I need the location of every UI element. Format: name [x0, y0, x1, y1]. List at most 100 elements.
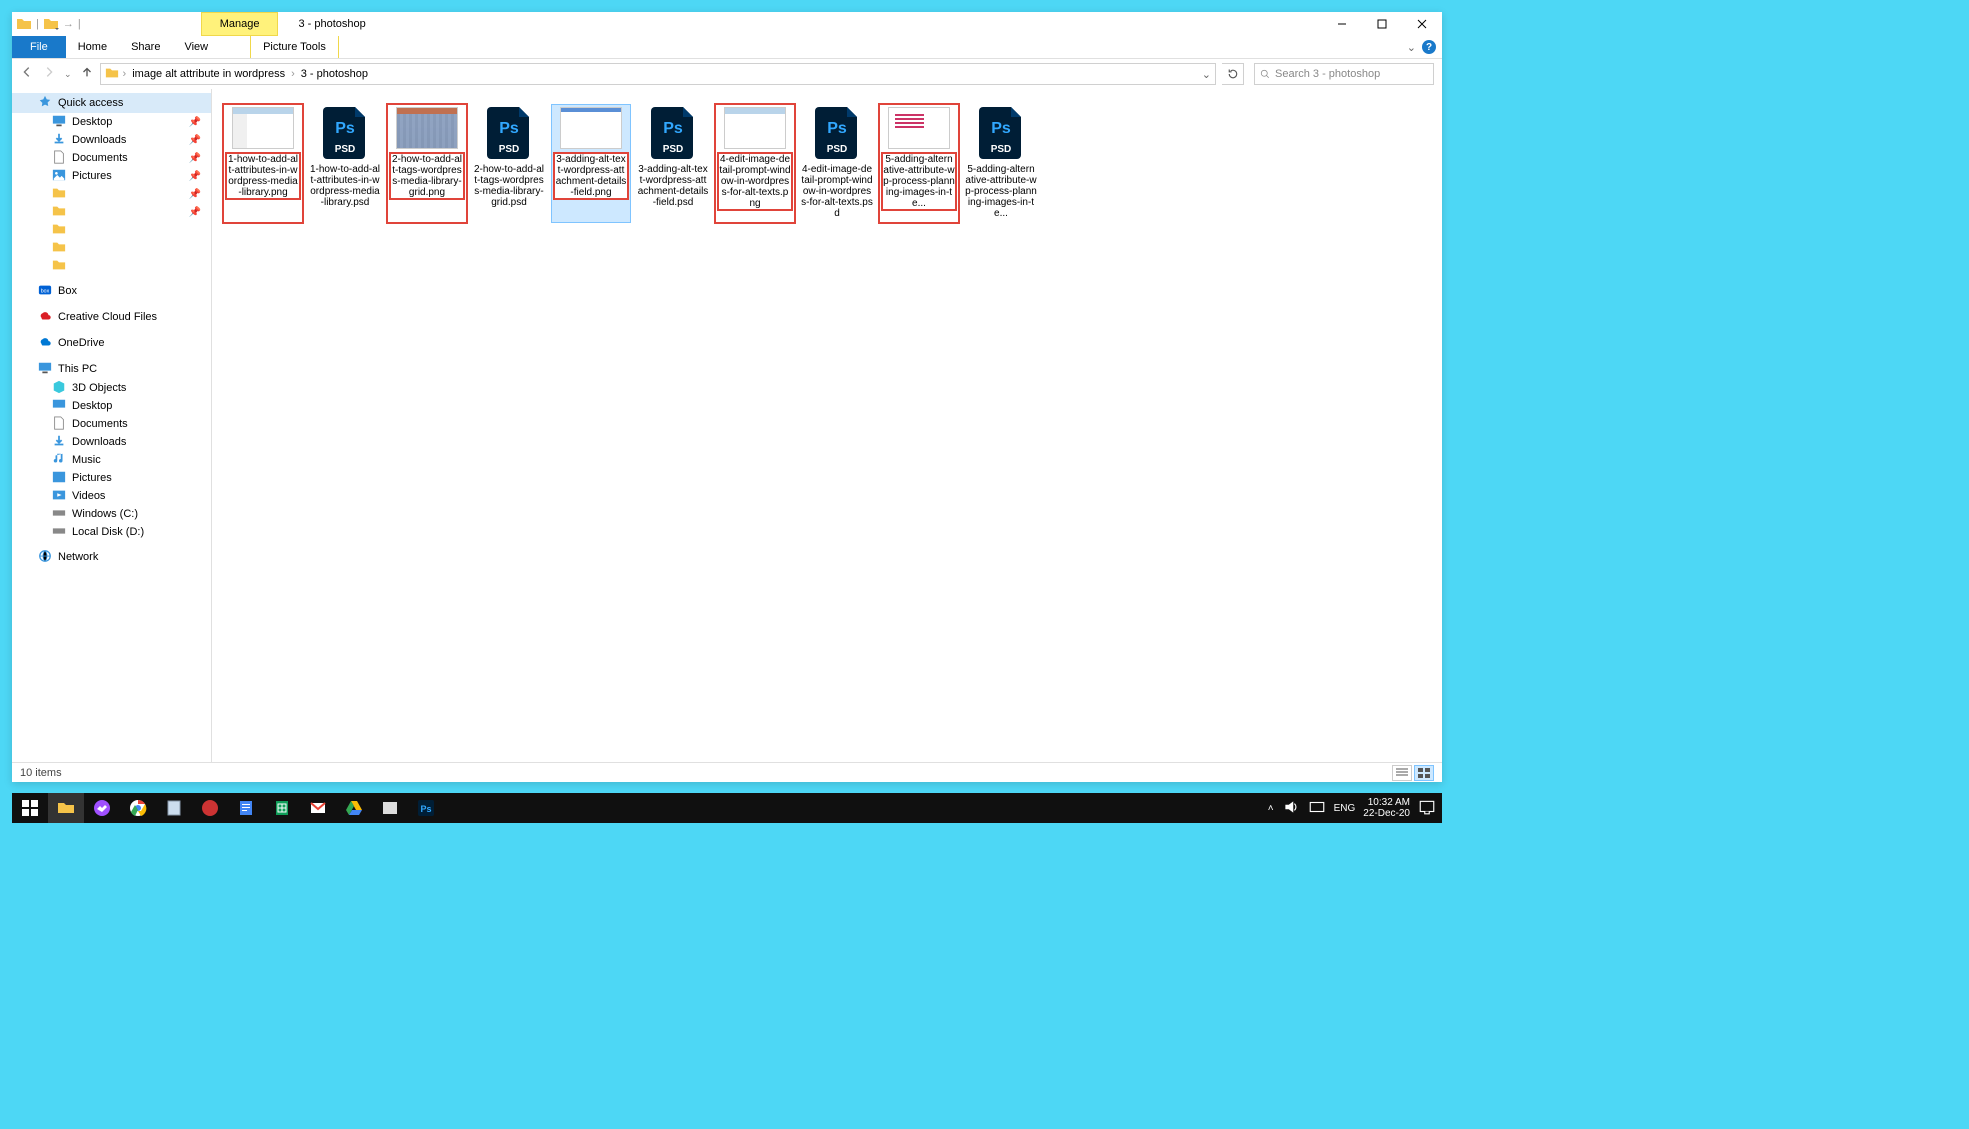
tray-network-icon[interactable]: [1308, 798, 1326, 819]
image-thumbnail: [396, 107, 458, 149]
image-thumbnail: [724, 107, 786, 149]
file-item[interactable]: 2-how-to-add-alt-tags-wordpress-media-li…: [388, 105, 466, 222]
ribbon-tab-home[interactable]: Home: [66, 36, 119, 58]
file-item[interactable]: 5-adding-alternative-attribute-wp-proces…: [880, 105, 958, 222]
ribbon-tab-picture-tools[interactable]: Picture Tools: [250, 36, 339, 58]
main-area: Quick access Desktop📌 Downloads📌 Documen…: [12, 89, 1442, 762]
ribbon-tab-file[interactable]: File: [12, 36, 66, 58]
nav-pinned-folder[interactable]: 📌: [12, 203, 211, 221]
folder-icon: [52, 186, 66, 203]
psd-file-icon: PsPSD: [813, 107, 861, 159]
window-title: 3 - photoshop: [278, 12, 385, 36]
file-item[interactable]: PsPSD3-adding-alt-text-wordpress-attachm…: [634, 105, 712, 222]
refresh-button[interactable]: [1222, 63, 1244, 85]
maximize-button[interactable]: [1362, 12, 1402, 36]
view-details-icon[interactable]: [1392, 765, 1412, 781]
taskbar-explorer-icon[interactable]: [48, 793, 84, 823]
taskbar-chrome-icon[interactable]: [120, 793, 156, 823]
image-thumbnail: [560, 107, 622, 149]
tray-clock[interactable]: 10:32 AM 22-Dec-20: [1363, 797, 1410, 819]
nav-quick-access[interactable]: Quick access: [12, 93, 211, 113]
file-item[interactable]: PsPSD2-how-to-add-alt-tags-wordpress-med…: [470, 105, 548, 222]
taskbar-notepad-icon[interactable]: [156, 793, 192, 823]
file-item[interactable]: PsPSD1-how-to-add-alt-attributes-in-word…: [306, 105, 384, 222]
breadcrumb-dropdown-icon[interactable]: ⌄: [1202, 68, 1211, 81]
nav-recent-icon[interactable]: ⌄: [64, 69, 72, 80]
tray-volume-icon[interactable]: [1282, 798, 1300, 819]
nav-forward-icon[interactable]: [42, 65, 56, 84]
file-item[interactable]: PsPSD4-edit-image-detail-prompt-window-i…: [798, 105, 876, 222]
music-icon: [52, 452, 66, 469]
file-name: 5-adding-alternative-attribute-wp-proces…: [964, 163, 1038, 220]
nav-documents[interactable]: Documents📌: [12, 149, 211, 167]
taskbar-gmail-icon[interactable]: [300, 793, 336, 823]
nav-documents-pc[interactable]: Documents: [12, 415, 211, 433]
nav-box[interactable]: boxBox: [12, 281, 211, 301]
contextual-tab-manage[interactable]: Manage: [201, 12, 279, 36]
file-item[interactable]: 3-adding-alt-text-wordpress-attachment-d…: [552, 105, 630, 222]
box-icon: box: [38, 283, 52, 300]
svg-text:Ps: Ps: [827, 120, 847, 137]
nav-up-icon[interactable]: [80, 65, 94, 84]
tray-notifications-icon[interactable]: [1418, 798, 1436, 819]
nav-videos[interactable]: Videos: [12, 487, 211, 505]
breadcrumb[interactable]: › image alt attribute in wordpress › 3 -…: [100, 63, 1216, 85]
nav-pinned-folder[interactable]: [12, 257, 211, 275]
close-button[interactable]: [1402, 12, 1442, 36]
minimize-button[interactable]: [1322, 12, 1362, 36]
navigation-pane[interactable]: Quick access Desktop📌 Downloads📌 Documen…: [12, 89, 212, 762]
nav-downloads-pc[interactable]: Downloads: [12, 433, 211, 451]
nav-drive-c[interactable]: Windows (C:): [12, 505, 211, 523]
nav-pinned-folder[interactable]: 📌: [12, 185, 211, 203]
file-view[interactable]: 1-how-to-add-alt-attributes-in-wordpress…: [212, 89, 1442, 762]
start-button[interactable]: [12, 793, 48, 823]
tray-chevron-icon[interactable]: ˄: [1268, 803, 1274, 814]
nav-network[interactable]: Network: [12, 547, 211, 567]
nav-back-icon[interactable]: [20, 65, 34, 84]
taskbar-app-icon[interactable]: [192, 793, 228, 823]
nav-3d-objects[interactable]: 3D Objects: [12, 379, 211, 397]
image-thumbnail: [888, 107, 950, 149]
ribbon-tab-share[interactable]: Share: [119, 36, 172, 58]
taskbar-messenger-icon[interactable]: [84, 793, 120, 823]
view-large-icons-icon[interactable]: [1414, 765, 1434, 781]
tray-language[interactable]: ENG: [1334, 803, 1356, 814]
nav-pictures[interactable]: Pictures📌: [12, 167, 211, 185]
file-name: 5-adding-alternative-attribute-wp-proces…: [882, 153, 956, 210]
folder-dropdown-icon[interactable]: [43, 16, 59, 32]
help-icon[interactable]: ?: [1422, 40, 1436, 54]
ribbon-chevron-icon[interactable]: ⌄: [1407, 41, 1416, 54]
nav-this-pc[interactable]: This PC: [12, 359, 211, 379]
breadcrumb-item[interactable]: 3 - photoshop: [299, 68, 370, 80]
nav-pinned-folder[interactable]: [12, 221, 211, 239]
svg-text:PSD: PSD: [663, 144, 684, 155]
taskbar-sheets-icon[interactable]: [264, 793, 300, 823]
nav-desktop[interactable]: Desktop📌: [12, 113, 211, 131]
file-item[interactable]: PsPSD5-adding-alternative-attribute-wp-p…: [962, 105, 1040, 222]
psd-file-icon: PsPSD: [977, 107, 1025, 159]
taskbar[interactable]: Ps ˄ ENG 10:32 AM 22-Dec-20: [12, 793, 1442, 823]
nav-downloads[interactable]: Downloads📌: [12, 131, 211, 149]
image-thumbnail: [232, 107, 294, 149]
quick-access-toolbar: | → |: [12, 12, 81, 36]
pictures-icon: [52, 470, 66, 487]
nav-drive-d[interactable]: Local Disk (D:): [12, 523, 211, 541]
taskbar-app-icon[interactable]: [372, 793, 408, 823]
breadcrumb-item[interactable]: image alt attribute in wordpress: [130, 68, 287, 80]
search-placeholder: Search 3 - photoshop: [1275, 68, 1380, 80]
taskbar-drive-icon[interactable]: [336, 793, 372, 823]
file-item[interactable]: 4-edit-image-detail-prompt-window-in-wor…: [716, 105, 794, 222]
taskbar-photoshop-icon[interactable]: Ps: [408, 793, 444, 823]
file-item[interactable]: 1-how-to-add-alt-attributes-in-wordpress…: [224, 105, 302, 222]
taskbar-docs-icon[interactable]: [228, 793, 264, 823]
psd-file-icon: PsPSD: [485, 107, 533, 159]
nav-pinned-folder[interactable]: [12, 239, 211, 257]
nav-desktop-pc[interactable]: Desktop: [12, 397, 211, 415]
nav-creative-cloud[interactable]: Creative Cloud Files: [12, 307, 211, 327]
nav-pictures-pc[interactable]: Pictures: [12, 469, 211, 487]
search-icon: [1259, 68, 1271, 80]
ribbon-tab-view[interactable]: View: [172, 36, 220, 58]
nav-music[interactable]: Music: [12, 451, 211, 469]
search-input[interactable]: Search 3 - photoshop: [1254, 63, 1434, 85]
nav-onedrive[interactable]: OneDrive: [12, 333, 211, 353]
